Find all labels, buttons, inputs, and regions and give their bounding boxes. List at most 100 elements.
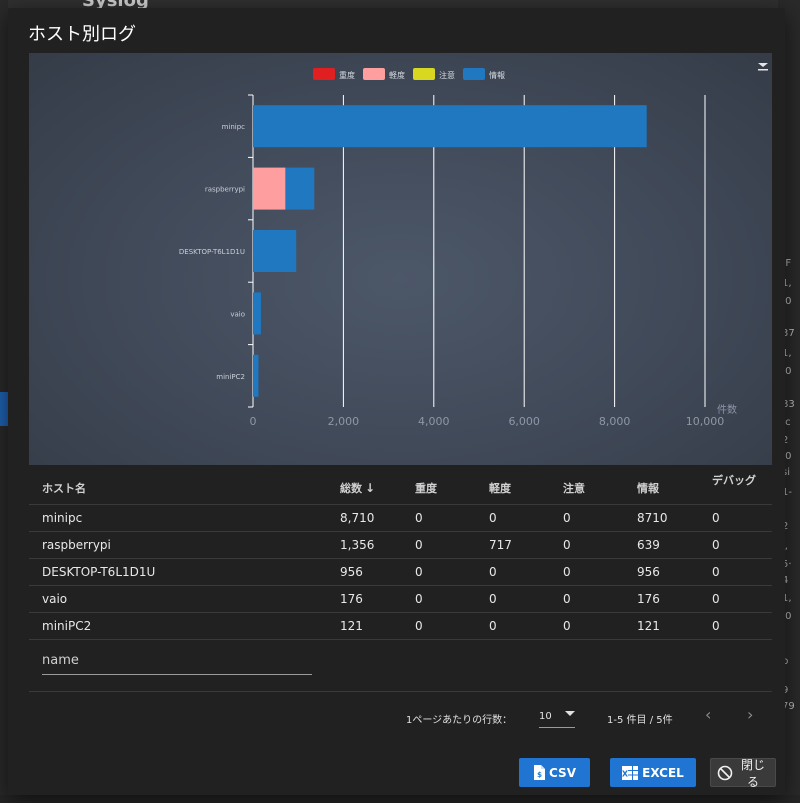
bar-3 (253, 105, 647, 148)
x-tick-label: 0 (250, 415, 257, 428)
caret-down-icon (565, 711, 575, 716)
cell-debug: 0 (712, 565, 720, 579)
cell-severe: 0 (415, 592, 423, 606)
page-range-text: 1-5 件目 / 5件 (607, 715, 673, 726)
cell-total: 956 (340, 565, 363, 579)
legend-swatch (313, 68, 335, 80)
cell-warning: 0 (563, 592, 571, 606)
csv-export-button[interactable]: $ CSV (519, 758, 590, 787)
table-row: raspberrypi 1,356 0 717 0 639 0 (29, 532, 772, 559)
header-host-name[interactable]: ホスト名 (42, 480, 86, 496)
x-tick-label: 2,000 (328, 415, 360, 428)
cell-info: 176 (637, 592, 660, 606)
csv-file-icon: $ (533, 765, 546, 780)
cell-severe: 0 (415, 511, 423, 525)
bar-3 (253, 354, 259, 397)
x-axis-label: 件数 (717, 403, 737, 416)
x-tick-label: 4,000 (418, 415, 450, 428)
y-tick-label: minipc (222, 123, 246, 131)
prev-page-icon[interactable]: ‹ (705, 705, 711, 724)
block-icon (717, 765, 733, 781)
table-header-row: ホスト名 総数 ↓ 重度 軽度 注意 情報 デバッグ (29, 466, 772, 505)
x-tick-label: 6,000 (508, 415, 540, 428)
collapse-icon[interactable] (758, 63, 768, 71)
legend-label: 重度 (339, 70, 355, 80)
next-page-icon[interactable]: › (747, 705, 753, 724)
table-body: minipc 8,710 0 0 0 8710 0 raspberrypi 1,356 0 717 0… (29, 505, 772, 640)
background-left-panel (0, 0, 8, 803)
close-button[interactable]: 閉じる (710, 757, 776, 789)
svg-text:X: X (622, 769, 629, 778)
dialog-title: ホスト別ログ (28, 24, 136, 45)
csv-button-label: CSV (549, 765, 576, 780)
excel-button-label: EXCEL (642, 765, 684, 780)
header-warning[interactable]: 注意 (563, 480, 585, 496)
host-log-table: ホスト名 総数 ↓ 重度 軽度 注意 情報 デバッグ minipc 8,710 0 0 0… (29, 466, 772, 640)
bar-3 (253, 230, 297, 272)
sort-desc-icon[interactable]: ↓ (365, 481, 375, 495)
cell-warning: 0 (563, 538, 571, 552)
name-filter-input[interactable] (42, 646, 312, 675)
cell-host-name: miniPC2 (42, 619, 92, 633)
cell-total: 8,710 (340, 511, 375, 525)
host-log-chart: 0 2,000 4,000 6,000 8,000 10,000 件数 minipc raspb… (29, 53, 772, 465)
svg-text:$: $ (537, 771, 542, 779)
table-row: vaio 176 0 0 0 176 0 (29, 586, 772, 613)
background-bottom-bar (0, 795, 800, 803)
cell-minor: 717 (489, 538, 512, 552)
y-tick-label: DESKTOP-T6L1D1U (179, 248, 245, 256)
rows-per-page-label: 1ページあたりの行数： (406, 715, 513, 726)
cell-minor: 0 (489, 565, 497, 579)
filter-row (29, 636, 772, 692)
y-tick-label: vaio (230, 310, 245, 318)
cell-host-name: DESKTOP-T6L1D1U (42, 565, 156, 579)
x-tick-label: 8,000 (599, 415, 631, 428)
cell-warning: 0 (563, 511, 571, 525)
host-log-dialog: ホスト別ログ 0 2,000 4,000 6,000 8,000 10,000 件数 mini… (8, 8, 785, 795)
x-tick-label: 10,000 (686, 415, 725, 428)
cell-total: 176 (340, 592, 363, 606)
cell-warning: 0 (563, 565, 571, 579)
excel-export-button[interactable]: X EXCEL (610, 758, 696, 787)
cell-info: 956 (637, 565, 660, 579)
cell-host-name: raspberrypi (42, 538, 111, 552)
header-minor[interactable]: 軽度 (489, 480, 511, 496)
cell-host-name: minipc (42, 511, 83, 525)
bar-3 (253, 292, 261, 335)
legend-swatch (413, 68, 435, 80)
cell-info: 639 (637, 538, 660, 552)
legend-swatch (363, 68, 385, 80)
legend-label: 軽度 (389, 70, 405, 80)
table-row: minipc 8,710 0 0 0 8710 0 (29, 505, 772, 532)
y-tick-label: miniPC2 (216, 373, 245, 381)
bar-1 (253, 167, 286, 210)
header-total[interactable]: 総数 ↓ (340, 480, 375, 496)
header-severe[interactable]: 重度 (415, 480, 437, 496)
y-tick-label: raspberrypi (205, 186, 245, 194)
legend-label: 注意 (439, 70, 455, 80)
background-selected-item (0, 392, 8, 426)
close-button-label: 閉じる (740, 757, 765, 789)
cell-debug: 0 (712, 592, 720, 606)
cell-info: 8710 (637, 511, 668, 525)
cell-minor: 0 (489, 511, 497, 525)
cell-info: 121 (637, 619, 660, 633)
cell-debug: 0 (712, 538, 720, 552)
cell-minor: 0 (489, 592, 497, 606)
excel-table-icon: X (622, 765, 639, 780)
cell-severe: 0 (415, 538, 423, 552)
bar-3 (285, 167, 315, 210)
header-total-label: 総数 (340, 482, 362, 495)
rows-per-page-select[interactable]: 10 (539, 703, 575, 728)
pagination-bar: 1ページあたりの行数： 10 1-5 件目 / 5件 ‹ › (29, 693, 772, 743)
cell-severe: 0 (415, 565, 423, 579)
table-row: DESKTOP-T6L1D1U 956 0 0 0 956 0 (29, 559, 772, 586)
cell-minor: 0 (489, 619, 497, 633)
cell-total: 121 (340, 619, 363, 633)
cell-debug: 0 (712, 619, 720, 633)
header-info[interactable]: 情報 (637, 480, 659, 496)
rows-per-page-value: 10 (539, 711, 552, 722)
cell-severe: 0 (415, 619, 423, 633)
legend-swatch (463, 68, 485, 80)
header-debug[interactable]: デバッグ (712, 472, 756, 488)
